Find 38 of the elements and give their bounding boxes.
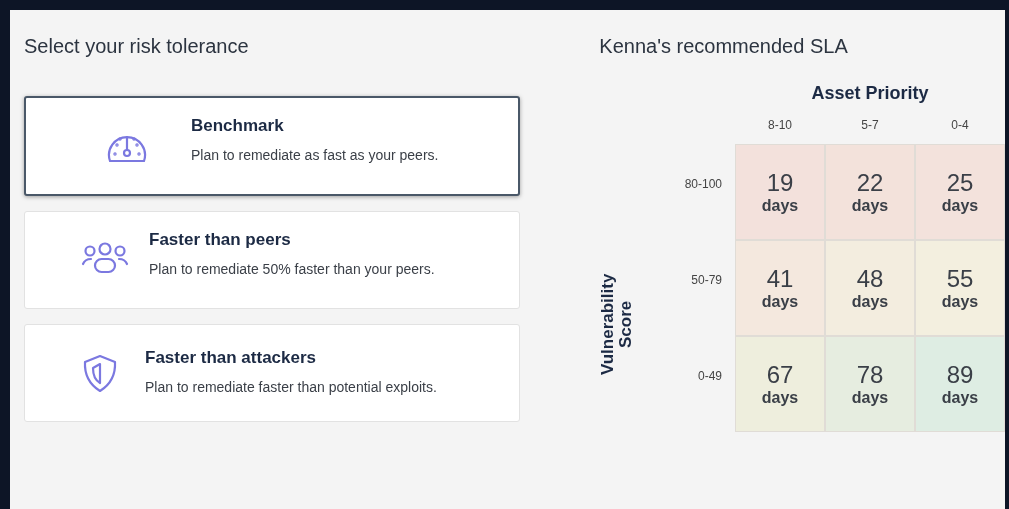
option-description: Plan to remediate as fast as your peers. xyxy=(191,146,439,163)
day-unit: days xyxy=(941,293,979,311)
shield-icon xyxy=(81,353,119,393)
column-axis-label: Asset Priority xyxy=(810,83,930,104)
option-title: Faster than peers xyxy=(149,229,292,250)
day-count: 48 xyxy=(856,265,884,293)
risk-option-card[interactable]: Faster than attackers Plan to remediate faster than potential exploits. xyxy=(24,324,521,422)
day-count: 19 xyxy=(766,169,794,197)
option-description: Plan to remediate faster than potential exploits. xyxy=(145,378,437,395)
option-title: Benchmark xyxy=(191,115,285,136)
day-unit: days xyxy=(941,389,979,407)
day-count: 22 xyxy=(856,169,884,197)
day-count: 78 xyxy=(856,361,884,389)
day-count: 67 xyxy=(766,361,794,389)
day-unit: days xyxy=(851,197,889,215)
day-unit: days xyxy=(851,293,889,311)
risk-option-card[interactable]: Faster than peers Plan to remediate 50% faster than your peers. xyxy=(24,211,521,309)
column-label: 5-7 xyxy=(860,118,880,132)
row-label: 80-100 xyxy=(683,177,723,191)
row-label: 50-79 xyxy=(690,273,723,287)
day-unit: days xyxy=(941,197,979,215)
day-unit: days xyxy=(761,197,799,215)
day-count: 41 xyxy=(766,265,794,293)
day-unit: days xyxy=(851,389,889,407)
column-label: 0-4 xyxy=(950,118,970,132)
day-unit: days xyxy=(761,293,799,311)
option-title: Faster than attackers xyxy=(145,347,318,368)
day-unit: days xyxy=(761,389,799,407)
risk-option-card[interactable]: Benchmark Plan to remediate as fast as your peers. xyxy=(24,96,521,196)
option-description: Plan to remediate 50% faster than your peers. xyxy=(149,260,435,277)
day-count: 89 xyxy=(946,361,974,389)
section-title: Kenna's recommended SLA xyxy=(599,35,849,58)
day-count: 25 xyxy=(946,169,974,197)
section-title: Select your risk tolerance xyxy=(24,35,250,58)
day-count: 55 xyxy=(946,265,974,293)
row-label: 0-49 xyxy=(696,369,723,383)
column-label: 8-10 xyxy=(767,118,793,132)
row-axis-label: Vulnerability Score xyxy=(599,272,635,377)
